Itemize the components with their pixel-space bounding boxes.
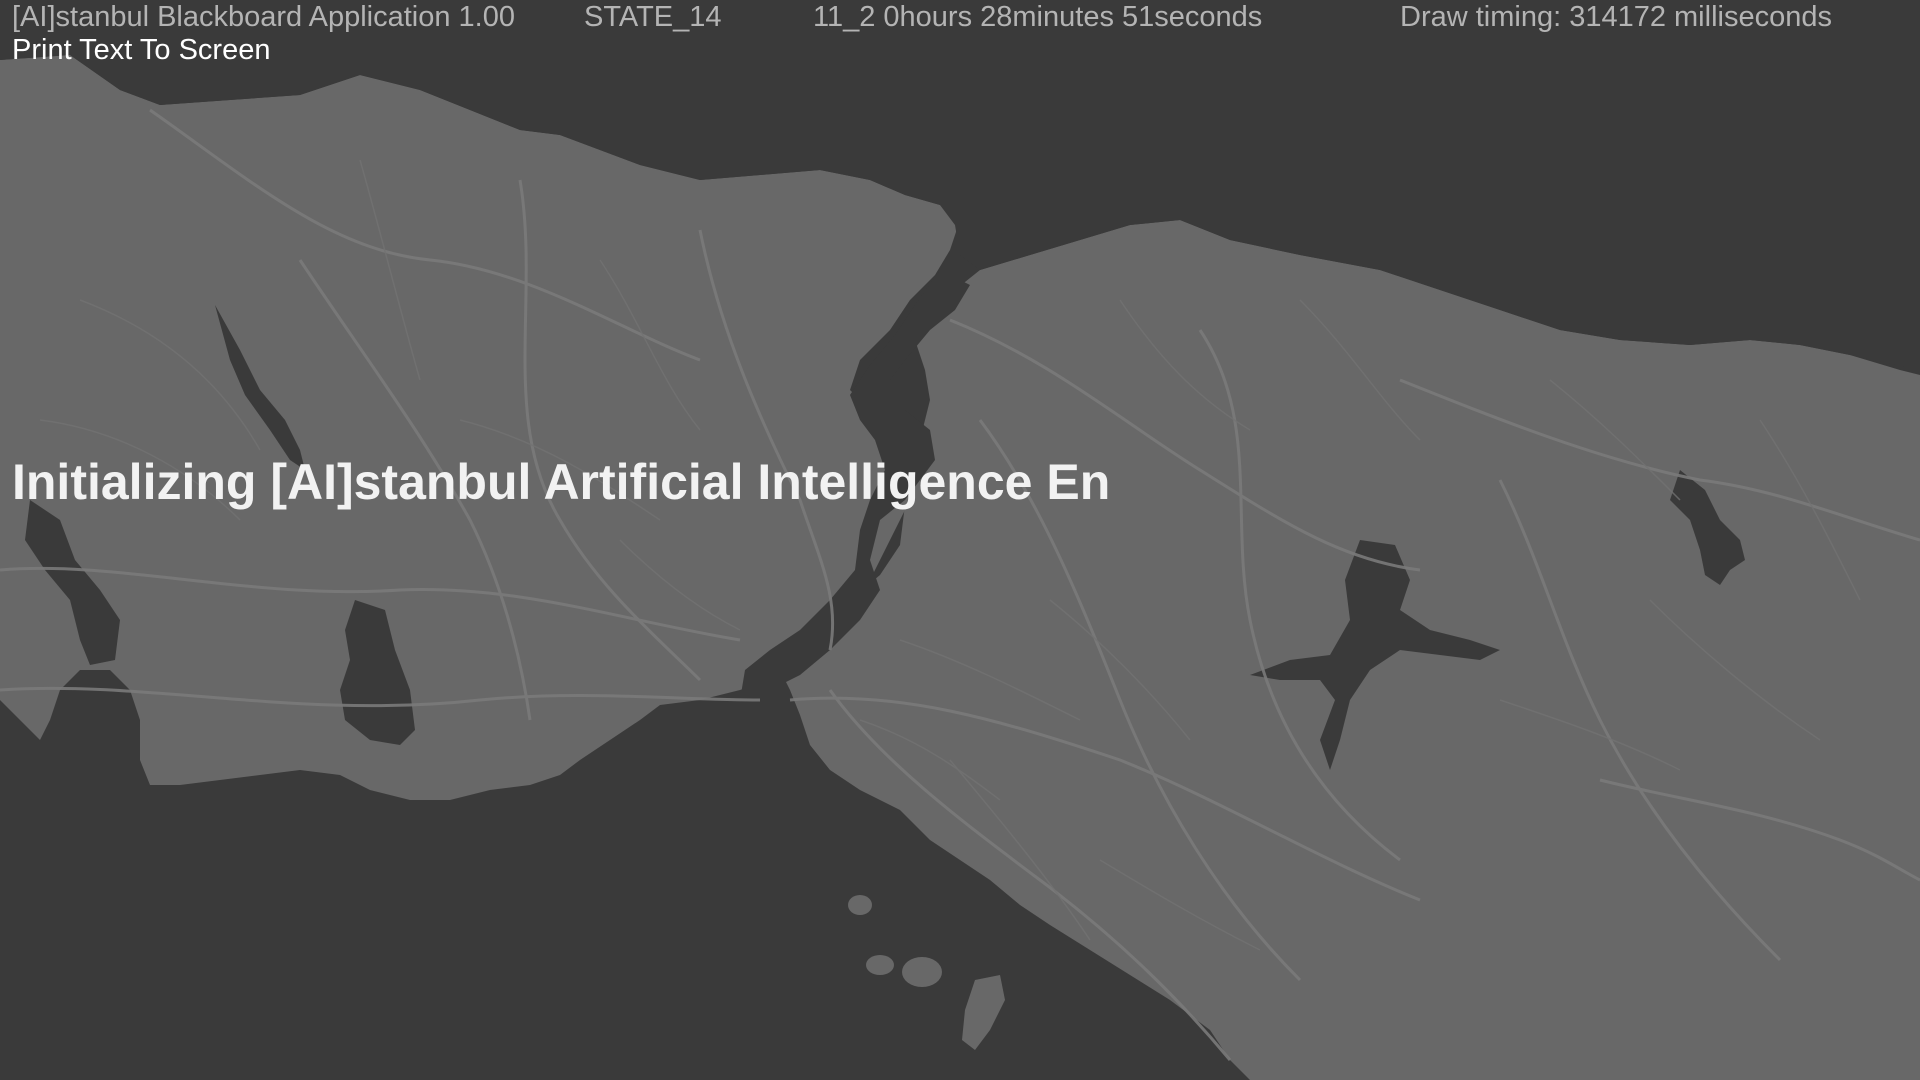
initializing-message: Initializing [AI]stanbul Artificial Inte… xyxy=(12,454,1111,510)
print-text-label: Print Text To Screen xyxy=(12,34,271,66)
island xyxy=(902,957,942,987)
istanbul-map xyxy=(0,0,1920,1080)
app-title: [AI]stanbul Blackboard Application 1.00 xyxy=(12,1,515,33)
island xyxy=(866,955,894,975)
draw-timing: Draw timing: 314172 milliseconds xyxy=(1400,1,1832,33)
island xyxy=(848,895,872,915)
state-label: STATE_14 xyxy=(584,1,722,33)
blackboard-stage: [AI]stanbul Blackboard Application 1.00 … xyxy=(0,0,1920,1080)
island xyxy=(962,975,1005,1050)
elapsed-time: 11_2 0hours 28minutes 51seconds xyxy=(813,1,1263,33)
